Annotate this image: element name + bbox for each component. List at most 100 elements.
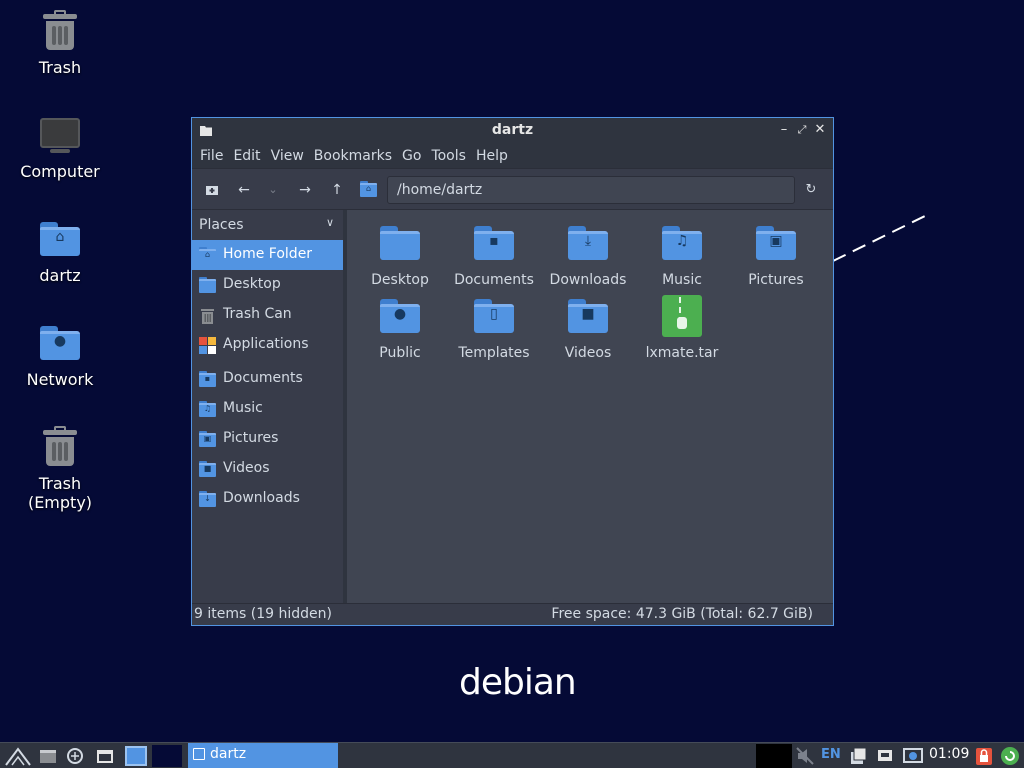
file-item-pictures[interactable]: ▣ Pictures [731,222,821,288]
sidebar-item-music[interactable]: ♫ Music [192,394,343,424]
places-label: Places [199,217,244,233]
close-icon[interactable]: ✕ [811,121,829,139]
file-label: lxmate.tar [645,345,719,361]
videos-folder-icon: ■ [199,461,216,477]
window-icon [193,748,205,760]
task-button-dartz[interactable]: dartz [188,743,338,768]
show-desktop-icon[interactable] [95,746,115,766]
system-monitor-icon[interactable] [756,744,792,768]
downloads-folder-icon: ⤓ [566,222,610,266]
file-label: Music [662,272,702,288]
computer-icon [38,114,82,158]
screen-share-icon[interactable] [902,746,924,766]
sidebar-item-pictures[interactable]: ▣ Pictures [192,424,343,454]
reload-icon[interactable]: ↻ [800,179,822,201]
desktop-icon-computer[interactable]: Computer [0,114,120,181]
update-notifier-icon[interactable] [1000,746,1020,766]
file-item-desktop[interactable]: Desktop [355,222,445,288]
menu-edit[interactable]: Edit [228,144,265,168]
workspace-1-icon[interactable] [125,746,147,766]
menu-tools[interactable]: Tools [426,144,471,168]
network-folder-icon: ● [38,322,82,366]
desktop-icon [199,277,216,293]
public-folder-icon: ● [378,295,422,339]
menu-help[interactable]: Help [471,144,513,168]
lock-icon[interactable] [974,746,994,766]
menu-go[interactable]: Go [397,144,426,168]
applications-icon [199,337,216,354]
chevron-down-icon[interactable]: ∨ [326,216,334,229]
sidebar-item-downloads[interactable]: ↓ Downloads [192,484,343,514]
file-view[interactable]: Desktop ▪ Documents ⤓ Downloads ♫ Music … [347,210,833,605]
minimize-icon[interactable]: – [775,121,793,139]
new-tab-icon[interactable] [201,179,223,201]
file-label: Templates [458,345,530,361]
volume-muted-icon[interactable] [795,746,815,766]
sidebar-item-videos[interactable]: ■ Videos [192,454,343,484]
toolbar: ← ⌄ → ↑ ⌂ /home/dartz ↻ [192,168,833,210]
menu-file[interactable]: File [195,144,228,168]
file-label: Documents [454,272,534,288]
file-label: Videos [564,345,612,361]
workspace-2-icon[interactable] [152,745,182,767]
sidebar-item-label: Trash Can [223,306,292,322]
clock[interactable]: 01:09 [929,746,969,762]
desktop-icon-network[interactable]: ● Network [0,322,120,389]
window-titlebar[interactable]: dartz – ⤢ ✕ [192,118,833,144]
sidebar-item-label: Videos [223,460,270,476]
history-chevron-down-icon[interactable]: ⌄ [262,179,284,201]
desktop-icon-home[interactable]: ⌂ dartz [0,218,120,285]
sidebar-item-label: Downloads [223,490,300,506]
places-sidebar: Places ∨ ⌂ Home Folder Desktop Trash Can… [192,210,343,605]
taskbar: dartz EN 01:09 [0,742,1024,768]
location-folder-icon: ⌂ [360,181,378,197]
menu-view[interactable]: View [266,144,309,168]
places-header[interactable]: Places ∨ [192,210,343,240]
music-folder-icon: ♫ [660,222,704,266]
documents-folder-icon: ▪ [472,222,516,266]
network-wired-icon[interactable] [875,746,895,766]
forward-icon[interactable]: → [294,179,316,201]
file-item-documents[interactable]: ▪ Documents [449,222,539,288]
sidebar-item-label: Home Folder [223,246,313,262]
desktop-icon-trash[interactable]: Trash [0,10,120,77]
file-item-public[interactable]: ● Public [355,295,445,361]
sidebar-item-label: Pictures [223,430,279,446]
status-free-space: Free space: 47.3 GiB (Total: 62.7 GiB) [551,606,813,622]
sidebar-item-home-folder[interactable]: ⌂ Home Folder [192,240,343,270]
file-label: Desktop [371,272,429,288]
trash-icon [38,10,82,54]
file-manager-window[interactable]: dartz – ⤢ ✕ File Edit View Bookmarks Go … [191,117,834,626]
menu-bookmarks[interactable]: Bookmarks [309,144,397,168]
desktop-icon-label: Computer [20,162,100,181]
desktop-icon-label: dartz [39,266,81,285]
file-item-videos[interactable]: ■ Videos [543,295,633,361]
videos-folder-icon: ■ [566,295,610,339]
desktop-icon-trash-empty[interactable]: Trash (Empty) [0,426,120,512]
wallpaper-logo-text: debian [459,662,577,703]
desktop-folder-icon [378,222,422,266]
maximize-icon[interactable]: ⤢ [793,121,811,139]
back-icon[interactable]: ← [233,179,255,201]
sidebar-item-trash-can[interactable]: Trash Can [192,300,343,330]
file-item-templates[interactable]: ▯ Templates [449,295,539,361]
file-item-lxmate-tar[interactable]: lxmate.tar [637,295,727,361]
sidebar-item-applications[interactable]: Applications [192,330,343,360]
desktop-icon-label: Trash (Empty) [27,474,93,512]
up-icon[interactable]: ↑ [326,179,348,201]
location-bar[interactable]: /home/dartz [387,176,795,204]
pictures-folder-icon: ▣ [754,222,798,266]
location-path: /home/dartz [397,182,483,198]
sidebar-item-documents[interactable]: ▪ Documents [192,364,343,394]
file-item-music[interactable]: ♫ Music [637,222,727,288]
sidebar-item-desktop[interactable]: Desktop [192,270,343,300]
window-title: dartz [491,122,534,138]
file-item-downloads[interactable]: ⤓ Downloads [543,222,633,288]
sidebar-item-label: Music [223,400,263,416]
keyboard-layout-indicator[interactable]: EN [821,747,841,762]
menu-launcher-icon[interactable] [4,746,32,766]
browser-launcher-icon[interactable] [65,746,85,766]
file-label: Public [379,345,421,361]
clipboard-icon[interactable] [848,746,868,766]
file-manager-launcher-icon[interactable] [38,746,58,766]
